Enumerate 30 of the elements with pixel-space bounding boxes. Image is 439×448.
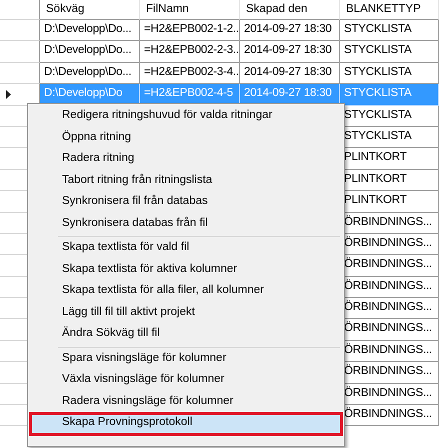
table-cell: STYCKLISTA — [340, 20, 439, 42]
table-cell: D:\Developp\Do... — [40, 20, 140, 42]
table-cell: STYCKLISTA — [340, 84, 439, 106]
table-cell: STYCKLISTA — [340, 41, 439, 63]
menu-item[interactable]: Skapa textlista för vald fil — [30, 238, 342, 260]
menu-item[interactable]: Radera ritning — [30, 149, 342, 170]
column-header[interactable]: FilNamn — [140, 0, 240, 20]
menu-item[interactable]: Tabort ritning från ritningslista — [30, 170, 342, 192]
menu-item[interactable]: Redigera ritningshuvud för valda ritningar — [30, 106, 342, 128]
menu-item[interactable]: Skapa textlista för aktiva kolumner — [30, 260, 342, 281]
table-cell: D:\Developp\Do... — [40, 41, 140, 63]
menu-item[interactable]: Synkronisera fil från databas — [30, 192, 342, 214]
table-cell: =H2&EPB002-2-3... — [140, 41, 240, 63]
table-cell: =H2&EPB002-1-2... — [140, 20, 240, 42]
menu-item[interactable]: Ändra Sökväg till fil — [30, 324, 342, 346]
menu-item[interactable]: Synkronisera databas från fil — [30, 214, 342, 235]
table-cell: 2014-09-27 18:30 — [240, 41, 340, 63]
menu-item[interactable]: Spara visningsläge för kolumner — [30, 348, 342, 370]
menu-item[interactable]: Skapa Provningsprotokoll — [30, 413, 342, 434]
column-header[interactable]: BLANKETTYP — [340, 0, 439, 20]
menu-item[interactable]: Lägg till fil till aktivt projekt — [30, 302, 342, 324]
menu-item[interactable]: Skapa textlista för alla filer, all kolumner — [30, 281, 342, 302]
menu-item[interactable]: Radera visningsläge för kolumner — [30, 392, 342, 413]
row-header[interactable] — [0, 84, 40, 106]
table-cell: 2014-09-27 18:30 — [240, 20, 340, 42]
current-row-icon — [6, 90, 11, 100]
column-header[interactable]: Sökväg — [40, 0, 140, 20]
column-header[interactable]: Skapad den — [240, 0, 340, 20]
menu-item[interactable]: Växla visningsläge för kolumner — [30, 370, 342, 392]
menu-item[interactable]: Öppna ritning — [30, 128, 342, 149]
